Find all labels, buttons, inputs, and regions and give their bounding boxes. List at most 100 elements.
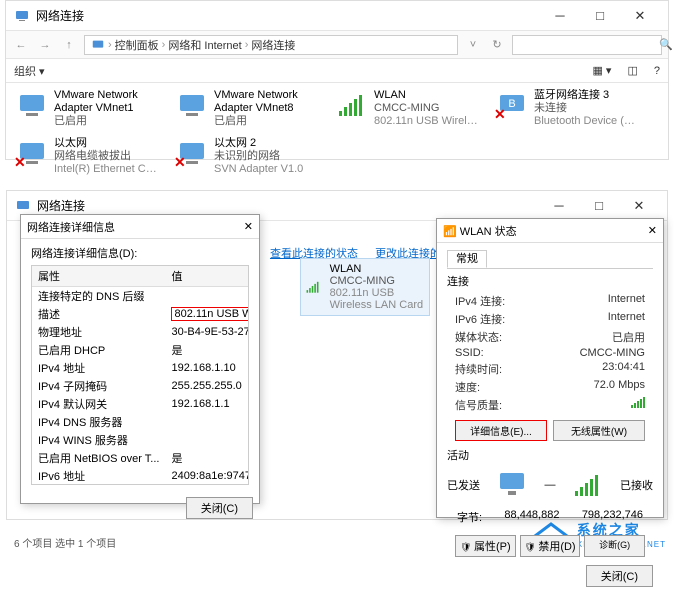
- wlan-adapter-selected[interactable]: WLAN CMCC-MING 802.11n USB Wireless LAN …: [300, 258, 430, 316]
- adapter-name: VMware Network Adapter VMnet8: [214, 89, 320, 115]
- row-key: 速度:: [455, 379, 480, 395]
- dash: —: [545, 479, 556, 491]
- up-button[interactable]: ↑: [60, 36, 78, 54]
- network-icon: [14, 8, 30, 24]
- section-activity: 活动: [447, 447, 653, 463]
- toolbar: 组织 ▾ ▦ ▾ ◫ ?: [6, 59, 668, 83]
- table-row[interactable]: 物理地址30-B4-9E-53-27-FF: [32, 323, 249, 341]
- prop-cell: 连接特定的 DNS 后缀: [32, 287, 165, 306]
- maximize-button[interactable]: □: [580, 2, 620, 30]
- search-box[interactable]: 🔍: [512, 35, 662, 55]
- close-button[interactable]: 关闭(C): [186, 497, 253, 519]
- close-button[interactable]: ✕: [619, 192, 659, 220]
- val-cell: 30-B4-9E-53-27-FF: [165, 323, 249, 341]
- table-row[interactable]: IPv4 子网掩码255.255.255.0: [32, 377, 249, 395]
- row-value: Internet: [608, 293, 645, 309]
- adapter-status: 未识别的网络: [214, 150, 303, 163]
- prop-cell: 物理地址: [32, 323, 165, 341]
- search-icon: 🔍: [659, 38, 673, 51]
- details-button[interactable]: 详细信息(E)...: [455, 420, 547, 441]
- recv-label: 已接收: [620, 477, 653, 493]
- adapter-status: 已启用: [214, 115, 320, 128]
- help-button[interactable]: ?: [654, 65, 660, 77]
- details-label: 网络连接详细信息(D):: [31, 245, 249, 261]
- wifi-icon: [336, 89, 368, 121]
- prop-cell: 描述: [32, 305, 165, 323]
- wifi-activity-icon: [572, 471, 604, 499]
- val-cell: 192.168.1.10: [165, 359, 249, 377]
- network-icon: [15, 198, 31, 214]
- organize-button[interactable]: 组织 ▾: [14, 63, 45, 79]
- table-row[interactable]: IPv4 地址192.168.1.10: [32, 359, 249, 377]
- crumb-network-internet[interactable]: 网络和 Internet: [168, 37, 241, 53]
- maximize-button[interactable]: □: [579, 192, 619, 220]
- refresh-button[interactable]: ↻: [488, 36, 506, 54]
- val-cell: [165, 431, 249, 449]
- table-row[interactable]: 连接特定的 DNS 后缀: [32, 287, 249, 306]
- val-cell: 192.168.1.1: [165, 395, 249, 413]
- dropdown-icon[interactable]: ˅: [464, 36, 482, 54]
- forward-button[interactable]: →: [36, 36, 54, 54]
- table-row[interactable]: 已启用 DHCP是: [32, 341, 249, 359]
- wlan-status-dialog: 📶 WLAN 状态 ✕ 常规 连接 IPv4 连接:InternetIPv6 连…: [436, 218, 664, 518]
- connection-details-dialog: 网络连接详细信息 ✕ 网络连接详细信息(D): 属性 值 连接特定的 DNS 后…: [20, 214, 260, 504]
- view-button[interactable]: ▦ ▾: [592, 64, 611, 77]
- adapter-item[interactable]: WLAN CMCC-MING 802.11n USB Wireless LAN …: [334, 87, 482, 131]
- table-row[interactable]: IPv6 地址2409:8a1e:9747:d510:39e2:ec25:a47…: [32, 467, 249, 485]
- row-key: 媒体状态:: [455, 329, 502, 345]
- col-value: 值: [165, 266, 249, 287]
- minimize-button[interactable]: ─: [539, 192, 579, 220]
- adapter-item[interactable]: VMware Network Adapter VMnet8 已启用: [174, 87, 322, 131]
- back-button[interactable]: ←: [12, 36, 30, 54]
- preview-button[interactable]: ◫: [627, 64, 637, 77]
- network-connections-window: 网络连接 ─ □ ✕ ← → ↑ › 控制面板 › 网络和 Internet ›…: [5, 0, 669, 160]
- val-cell: [165, 413, 249, 431]
- monitor-sent-icon: [496, 471, 528, 499]
- status-row: IPv4 连接: Internet: [447, 292, 653, 310]
- window-title: 网络连接: [36, 7, 540, 24]
- table-row[interactable]: IPv4 DNS 服务器: [32, 413, 249, 431]
- val-cell: 是: [165, 341, 249, 359]
- addressbar: ← → ↑ › 控制面板 › 网络和 Internet › 网络连接 ˅ ↻ 🔍: [6, 31, 668, 59]
- adapter-item[interactable]: ✕ 以太网 网络电缆被拔出 Intel(R) Ethernet Connecti…: [14, 135, 162, 179]
- table-row[interactable]: 描述802.11n USB Wireless LAN Card: [32, 305, 249, 323]
- status-row: 持续时间:23:04:41: [447, 360, 653, 378]
- details-table[interactable]: 属性 值 连接特定的 DNS 后缀描述802.11n USB Wireless …: [31, 265, 249, 485]
- close-button[interactable]: 关闭(C): [586, 565, 653, 587]
- val-cell: 802.11n USB Wireless LAN Card: [165, 305, 249, 323]
- row-key: IPv4 连接:: [455, 293, 505, 309]
- close-icon[interactable]: ✕: [648, 224, 657, 237]
- adapter-item[interactable]: ✕ 以太网 2 未识别的网络 SVN Adapter V1.0: [174, 135, 322, 179]
- adapter-status: 已启用: [54, 115, 160, 128]
- row-key: IPv6 连接:: [455, 311, 505, 327]
- adapter-item[interactable]: B✕ 蓝牙网络连接 3 未连接 Bluetooth Device (Person…: [494, 87, 642, 131]
- tab-general[interactable]: 常规: [447, 250, 487, 268]
- adapter-name: 蓝牙网络连接 3: [534, 89, 640, 102]
- search-input[interactable]: [517, 39, 659, 51]
- status-row: IPv6 连接:Internet: [447, 310, 653, 328]
- table-row[interactable]: 已启用 NetBIOS over T...是: [32, 449, 249, 467]
- dialog-title: 网络连接详细信息: [27, 219, 115, 235]
- close-icon[interactable]: ✕: [244, 220, 253, 233]
- val-cell: 是: [165, 449, 249, 467]
- adapter-desc: SVN Adapter V1.0: [214, 163, 303, 176]
- breadcrumb[interactable]: › 控制面板 › 网络和 Internet › 网络连接: [84, 35, 458, 55]
- crumb-network-connections[interactable]: 网络连接: [251, 37, 295, 53]
- adapter-name: VMware Network Adapter VMnet1: [54, 89, 160, 115]
- crumb-control-panel[interactable]: 控制面板: [115, 37, 159, 53]
- wlan-ssid: CMCC-MING: [330, 275, 425, 287]
- status-row: 速度:72.0 Mbps: [447, 378, 653, 396]
- prop-cell: 已启用 DHCP: [32, 341, 165, 359]
- titlebar: 网络连接 ─ □ ✕: [6, 1, 668, 31]
- table-row[interactable]: IPv4 默认网关192.168.1.1: [32, 395, 249, 413]
- val-cell: [165, 287, 249, 306]
- wireless-properties-button[interactable]: 无线属性(W): [553, 420, 645, 441]
- minimize-button[interactable]: ─: [540, 2, 580, 30]
- wlan-name: WLAN: [330, 263, 425, 275]
- window-controls: ─ □ ✕: [540, 2, 660, 30]
- adapter-item[interactable]: VMware Network Adapter VMnet1 已启用: [14, 87, 162, 131]
- wlan-desc: 802.11n USB Wireless LAN Card: [330, 287, 425, 311]
- net-icon: ✕: [16, 137, 48, 169]
- close-button[interactable]: ✕: [620, 2, 660, 30]
- table-row[interactable]: IPv4 WINS 服务器: [32, 431, 249, 449]
